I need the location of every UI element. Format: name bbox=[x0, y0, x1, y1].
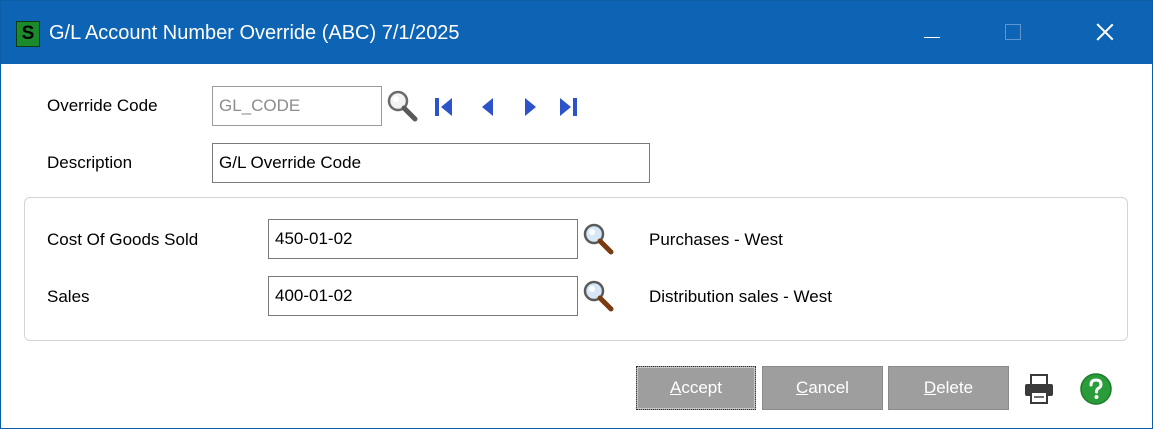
cogs-label: Cost Of Goods Sold bbox=[47, 230, 199, 249]
override-code-lookup-magnifier-icon[interactable] bbox=[385, 89, 419, 123]
minimize-button[interactable] bbox=[901, 1, 961, 64]
maximize-button[interactable] bbox=[983, 1, 1043, 64]
delete-button[interactable]: Delete bbox=[888, 366, 1009, 410]
sales-account-input[interactable] bbox=[268, 276, 578, 316]
window-title: G/L Account Number Override (ABC) 7/1/20… bbox=[49, 22, 460, 44]
delete-mnemonic: D bbox=[923, 378, 937, 397]
description-label: Description bbox=[47, 153, 133, 172]
title-bar: S G/L Account Number Override (ABC) 7/1/… bbox=[1, 1, 1152, 64]
next-record-icon[interactable] bbox=[520, 95, 540, 119]
cancel-label-rest: ancel bbox=[808, 378, 849, 397]
delete-label-rest: elete bbox=[936, 378, 974, 397]
cogs-account-name: Purchases - West bbox=[649, 230, 783, 249]
accept-mnemonic: A bbox=[670, 378, 682, 397]
accept-label-rest: ccept bbox=[681, 378, 722, 397]
cogs-lookup-magnifier-icon[interactable] bbox=[581, 222, 615, 256]
sales-lookup-magnifier-icon[interactable] bbox=[581, 279, 615, 313]
help-icon[interactable] bbox=[1079, 372, 1113, 406]
dialog-window: S G/L Account Number Override (ABC) 7/1/… bbox=[0, 0, 1153, 429]
close-button[interactable] bbox=[1075, 1, 1135, 64]
previous-record-icon[interactable] bbox=[478, 95, 498, 119]
description-input[interactable] bbox=[212, 143, 650, 183]
sales-account-name: Distribution sales - West bbox=[649, 287, 832, 306]
sage-app-icon: S bbox=[16, 21, 40, 47]
printer-icon[interactable] bbox=[1022, 372, 1056, 406]
cancel-button[interactable]: Cancel bbox=[762, 366, 883, 410]
last-record-icon[interactable] bbox=[557, 95, 581, 119]
accept-button[interactable]: Accept bbox=[636, 366, 756, 410]
cogs-account-input[interactable] bbox=[268, 219, 578, 259]
sales-label: Sales bbox=[47, 287, 90, 306]
cancel-mnemonic: C bbox=[796, 378, 809, 397]
override-code-input[interactable] bbox=[212, 86, 382, 126]
override-code-label: Override Code bbox=[47, 96, 158, 115]
first-record-icon[interactable] bbox=[433, 95, 455, 119]
